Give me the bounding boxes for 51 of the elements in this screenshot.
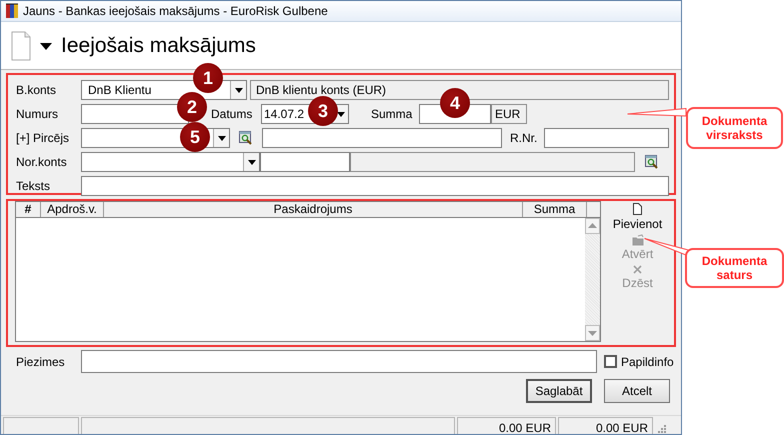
field-label: R.Nr. [510,131,538,145]
status-total: 0.00 EUR [558,417,653,434]
counter-account-field[interactable] [260,152,350,172]
callout: Dokumenta virsraksts [686,107,783,149]
status-total: 0.00 EUR [457,417,556,434]
field-label: B.konts [16,83,58,97]
books-icon [5,3,19,19]
column-header[interactable]: Paskaidrojums [104,202,523,217]
buyer-name-field[interactable] [262,128,502,148]
notes-input[interactable] [81,350,597,373]
field-label: Teksts [16,179,52,193]
document-icon [11,30,31,60]
delete-icon [632,264,643,275]
action-button[interactable]: Pievienot [612,203,662,231]
dropdown-arrow-button[interactable] [243,153,259,171]
column-header[interactable]: # [16,202,41,217]
callout: Dokumenta saturs [685,248,784,288]
document-title: Ieejošais maksājums [61,34,256,58]
caret-icon [218,136,226,140]
cancel-button[interactable]: Atcelt [604,379,670,403]
field-label: [+] Pircējs [16,131,70,145]
checkbox[interactable] [604,355,617,368]
currency-label: EUR [491,104,527,124]
scroll-down-icon [588,330,597,336]
field-label: Nor.konts [16,155,68,169]
field-label: Piezimes [16,354,66,368]
caret-icon [336,112,344,116]
column-header[interactable]: Apdroš.v. [41,202,104,217]
reg-number-input[interactable] [544,128,669,148]
dropdown-arrow-button[interactable] [213,129,229,147]
checkbox-label: Papildinfo [621,354,674,368]
field-label: Datums [211,107,254,121]
caret-icon [248,160,256,164]
dropdown-arrow-button[interactable] [230,81,246,99]
new-document-icon [632,203,643,216]
callout-pointer [627,108,687,117]
scroll-up-icon [588,223,597,229]
folder-icon [632,234,644,246]
counter-account-dropdown[interactable] [81,152,260,172]
lookup-icon [239,131,253,145]
save-button[interactable]: Saglabāt [526,379,592,403]
number-input[interactable] [81,104,189,124]
window-title: Jauns - Bankas ieejošais maksājums - EuroRisk Gulbene [23,4,328,18]
text-input[interactable] [81,176,669,196]
scrollbar[interactable] [585,218,600,341]
column-header[interactable]: Summa [523,202,587,217]
field-label: Summa [371,107,414,121]
resize-grip-icon [655,422,667,434]
field-label: Numurs [16,107,60,121]
lookup-icon [645,155,659,169]
caret-icon [234,88,242,92]
